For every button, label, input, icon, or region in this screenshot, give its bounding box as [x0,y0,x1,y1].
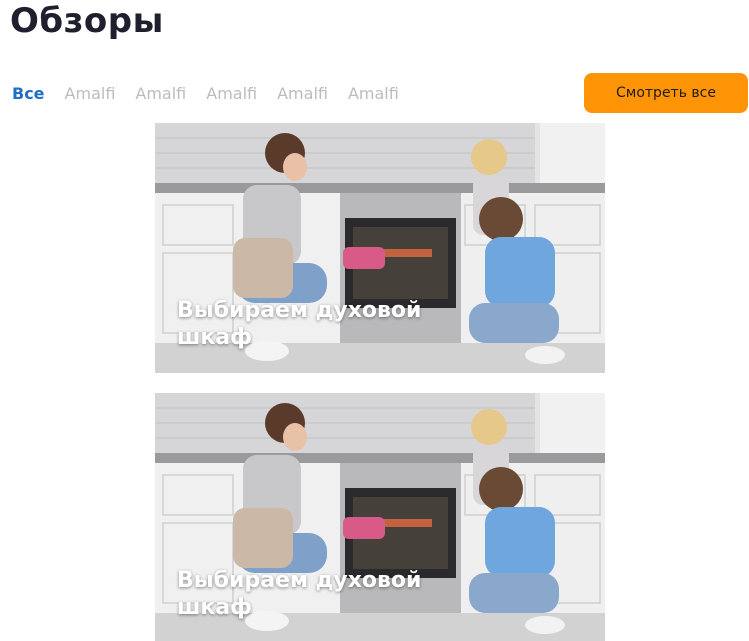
tab-amalfi[interactable]: Amalfi [135,84,186,104]
card-title: Выбираем духовой шкаф [177,568,422,620]
tab-amalfi[interactable]: Amalfi [65,84,116,104]
reviews-section: Обзоры Все Amalfi Amalfi Amalfi Amalfi A… [0,0,749,641]
tab-all[interactable]: Все [12,84,45,104]
view-all-button[interactable]: Смотреть все [584,73,748,113]
tab-amalfi[interactable]: Amalfi [277,84,328,104]
review-card[interactable]: Выбираем духовой шкаф [155,123,605,373]
tab-amalfi[interactable]: Amalfi [206,84,257,104]
filter-tabs: Все Amalfi Amalfi Amalfi Amalfi Amalfi [12,84,399,104]
page-title: Обзоры [10,1,164,41]
review-card[interactable]: Выбираем духовой шкаф [155,393,605,641]
tab-amalfi[interactable]: Amalfi [348,84,399,104]
card-title: Выбираем духовой шкаф [177,298,422,350]
